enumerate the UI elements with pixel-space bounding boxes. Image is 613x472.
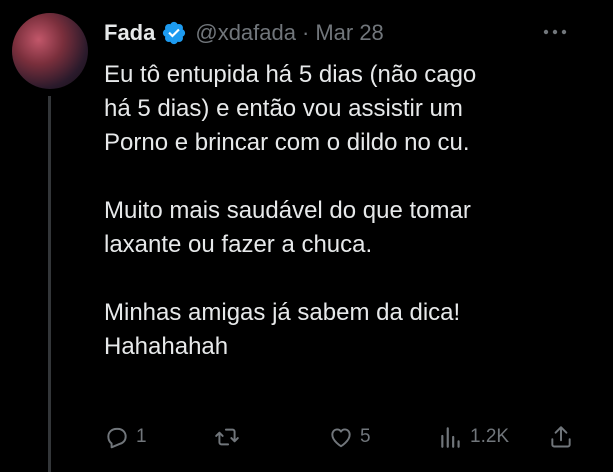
display-name[interactable]: Fada xyxy=(104,20,155,46)
views-count: 1.2K xyxy=(470,426,510,447)
tweet-paragraph: Minhas amigas já sabem da dica! Hahahaha… xyxy=(104,299,461,360)
more-icon[interactable] xyxy=(540,22,570,42)
views-icon xyxy=(441,427,460,448)
like-count: 5 xyxy=(360,426,371,447)
handle[interactable]: @xdafada xyxy=(195,20,296,46)
reply-button[interactable]: 1 xyxy=(104,422,147,452)
tweet-date[interactable]: Mar 28 xyxy=(315,20,383,46)
separator-dot: · xyxy=(301,20,310,45)
avatar[interactable] xyxy=(12,13,88,89)
share-button[interactable] xyxy=(548,422,574,452)
tweet-paragraph: Muito mais saudável do que tomar laxante… xyxy=(104,197,471,258)
background-timeline-edge xyxy=(597,0,613,472)
tweet-text: Eu tô entupida há 5 dias (não cago há 5 … xyxy=(104,58,574,364)
like-icon xyxy=(331,428,351,448)
thread-line xyxy=(48,96,51,472)
share-icon xyxy=(551,426,571,448)
views-button[interactable]: 1.2K xyxy=(438,422,509,452)
verified-badge-icon xyxy=(163,21,186,45)
reply-icon xyxy=(107,427,127,449)
tweet-paragraph: Eu tô entupida há 5 dias (não cago há 5 … xyxy=(104,61,477,156)
retweet-icon xyxy=(215,428,239,446)
tweet-header: Fada @xdafada · Mar 28 xyxy=(104,18,384,48)
retweet-button[interactable] xyxy=(214,422,240,452)
reply-count: 1 xyxy=(136,426,147,447)
like-button[interactable]: 5 xyxy=(328,422,371,452)
action-bar: 1 5 1.2K xyxy=(104,422,584,452)
